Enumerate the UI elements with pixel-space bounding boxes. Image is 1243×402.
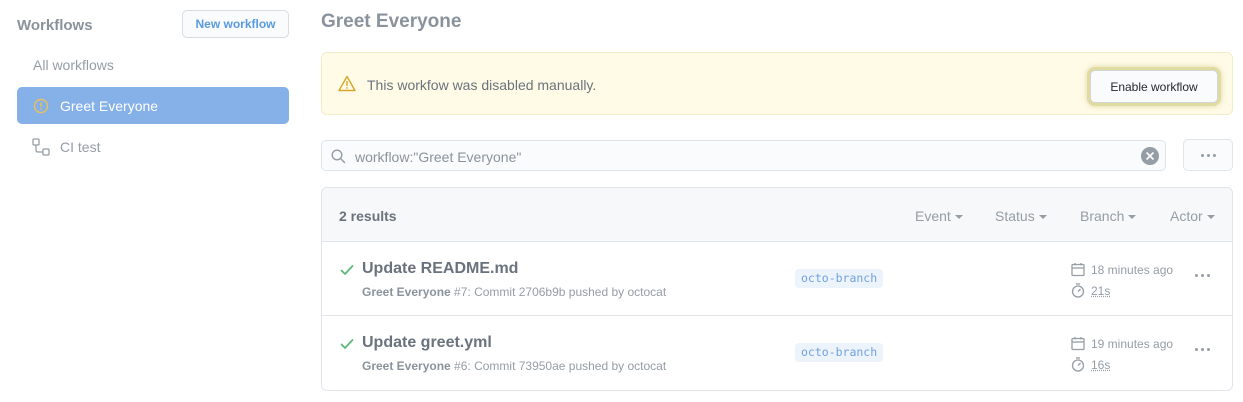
sidebar-item-ci-test[interactable]: CI test (17, 128, 289, 165)
run-duration: 16s (1071, 357, 1110, 372)
run-time: 18 minutes ago (1071, 262, 1173, 277)
filter-label: Status (995, 208, 1035, 224)
run-workflow-name: Greet Everyone (362, 285, 451, 299)
run-workflow-name: Greet Everyone (362, 359, 451, 373)
run-time-label: 19 minutes ago (1091, 336, 1174, 351)
search-input[interactable]: workflow:"Greet Everyone" (321, 140, 1166, 171)
caret-down-icon (1038, 215, 1047, 219)
filter-label: Actor (1170, 208, 1203, 224)
branch-badge[interactable]: octo-branch (795, 343, 884, 362)
sidebar-title: Workflows (17, 17, 93, 34)
run-title[interactable]: Update README.md (362, 260, 518, 278)
check-icon (340, 337, 354, 355)
results-header: 2 results Event Status Branch Actor (322, 188, 1232, 242)
kebab-icon[interactable] (1195, 274, 1210, 277)
run-detail: #7: Commit 2706b9b pushed by octocat (450, 285, 667, 299)
run-duration-label: 16s (1091, 357, 1111, 372)
disabled-banner: This workfow was disabled manually. Enab… (321, 52, 1233, 115)
branch-badge[interactable]: octo-branch (795, 269, 884, 288)
filter-branch[interactable]: Branch (1080, 208, 1137, 224)
calendar-icon (1071, 263, 1085, 277)
stopwatch-icon (1071, 357, 1085, 372)
check-icon (340, 263, 354, 281)
run-detail: #6: Commit 73950ae pushed by octocat (450, 359, 667, 373)
table-row[interactable]: Update README.md Greet Everyone #7: Comm… (322, 242, 1232, 316)
kebab-icon (1200, 153, 1216, 157)
sidebar-item-all-workflows[interactable]: All workflows (17, 46, 289, 83)
run-subtitle: Greet Everyone #6: Commit 73950ae pushed… (362, 359, 666, 373)
caret-down-icon (954, 215, 963, 219)
banner-message: This workfow was disabled manually. (367, 77, 597, 93)
run-duration: 21s (1071, 283, 1110, 298)
filter-label: Event (915, 208, 951, 224)
caret-down-icon (1206, 215, 1215, 219)
kebab-icon[interactable] (1195, 348, 1210, 351)
sidebar-item-label: Greet Everyone (60, 97, 159, 114)
workflow-icon (32, 137, 50, 156)
search-icon (331, 149, 346, 169)
alert-icon (338, 75, 356, 97)
caret-down-icon (1128, 215, 1137, 219)
sidebar-item-label: CI test (60, 138, 101, 155)
table-row[interactable]: Update greet.yml Greet Everyone #6: Comm… (322, 316, 1232, 390)
run-duration-label: 21s (1091, 283, 1111, 298)
calendar-icon (1071, 337, 1085, 351)
sidebar-item-label: All workflows (33, 56, 114, 73)
page-title: Greet Everyone (321, 11, 462, 32)
clear-icon[interactable] (1141, 147, 1159, 165)
filter-status[interactable]: Status (995, 208, 1047, 224)
search-value: workflow:"Greet Everyone" (355, 149, 522, 165)
filter-actor[interactable]: Actor (1170, 208, 1215, 224)
filter-label: Branch (1080, 208, 1125, 224)
new-workflow-button[interactable]: New workflow (182, 10, 289, 38)
results-count: 2 results (339, 208, 397, 224)
results-table: 2 results Event Status Branch Actor Upda… (321, 187, 1233, 391)
run-subtitle: Greet Everyone #7: Commit 2706b9b pushed… (362, 285, 666, 299)
run-time-label: 18 minutes ago (1091, 262, 1174, 277)
enable-workflow-button[interactable]: Enable workflow (1090, 70, 1218, 103)
filter-event[interactable]: Event (915, 208, 963, 224)
stopwatch-icon (1071, 283, 1085, 298)
warning-circle-icon (32, 97, 50, 115)
sidebar-item-greet-everyone[interactable]: Greet Everyone (17, 87, 289, 124)
run-time: 19 minutes ago (1071, 336, 1173, 351)
more-options-button[interactable] (1183, 139, 1233, 171)
run-title[interactable]: Update greet.yml (362, 334, 492, 352)
